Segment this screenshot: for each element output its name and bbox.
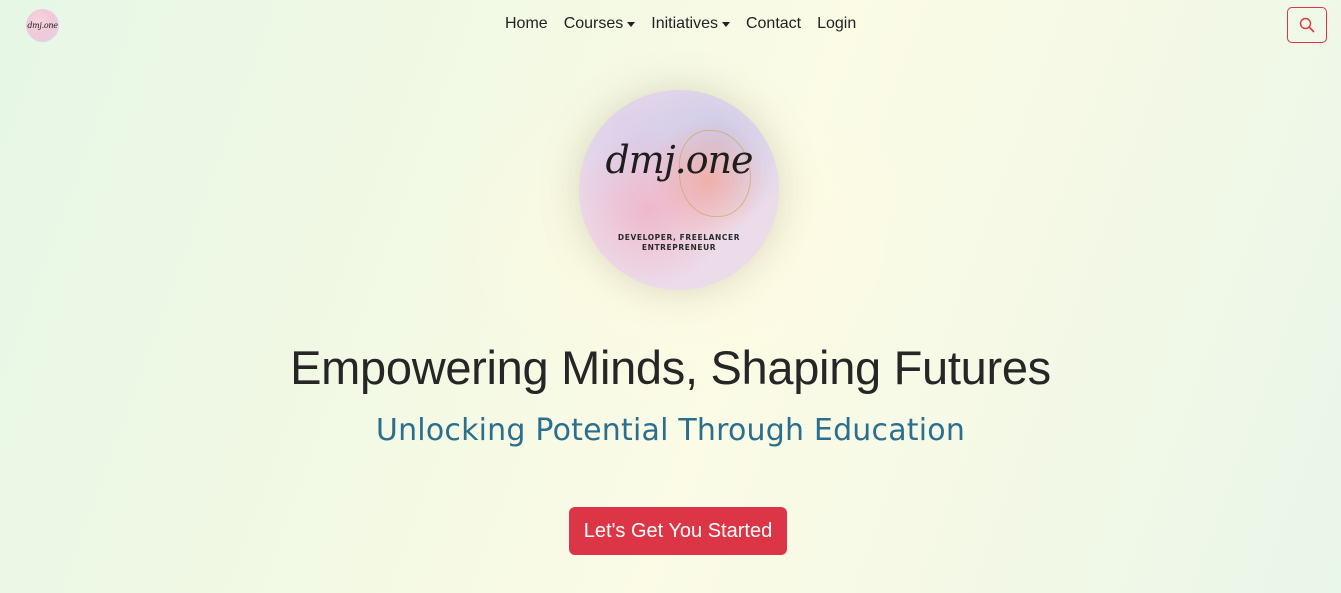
get-started-button[interactable]: Let's Get You Started [569,507,787,555]
nav-item-courses[interactable]: Courses [564,15,636,33]
nav-item-home[interactable]: Home [505,15,548,33]
hero-subheadline: Unlocking Potential Through Education [375,413,966,448]
brand-logo-text: dmj.one [27,21,58,30]
caret-down-icon [721,21,730,27]
nav-item-initiatives[interactable]: Initiatives [651,15,730,33]
hero-logo-tagline: DEVELOPER, FREELANCER ENTREPRENEUR [579,233,779,253]
navbar: dmj.one Home Courses Initiatives Contact… [0,0,1341,52]
brand-logo[interactable]: dmj.one [26,9,59,42]
nav-links: Home Courses Initiatives Contact Login [505,15,856,33]
nav-item-login-label: Login [817,15,857,32]
hero-logo-tagline-line-1: DEVELOPER, FREELANCER [617,233,741,242]
nav-item-contact-label: Contact [745,15,802,32]
hero-headline: Empowering Minds, Shaping Futures [290,341,1051,394]
nav-item-courses-label: Courses [563,15,624,32]
hero-logo-script: dmj.one [605,138,753,182]
nav-item-initiatives-label: Initiatives [651,15,718,32]
hero-logo: dmj.one DEVELOPER, FREELANCER ENTREPRENE… [579,90,779,290]
nav-item-contact[interactable]: Contact [746,15,801,33]
nav-item-home-label: Home [505,15,548,32]
caret-down-icon [627,21,636,27]
nav-item-login[interactable]: Login [817,15,856,33]
search-button[interactable] [1287,7,1327,43]
search-icon [1299,17,1315,33]
hero-logo-tagline-line-2: ENTREPRENEUR [641,243,717,252]
